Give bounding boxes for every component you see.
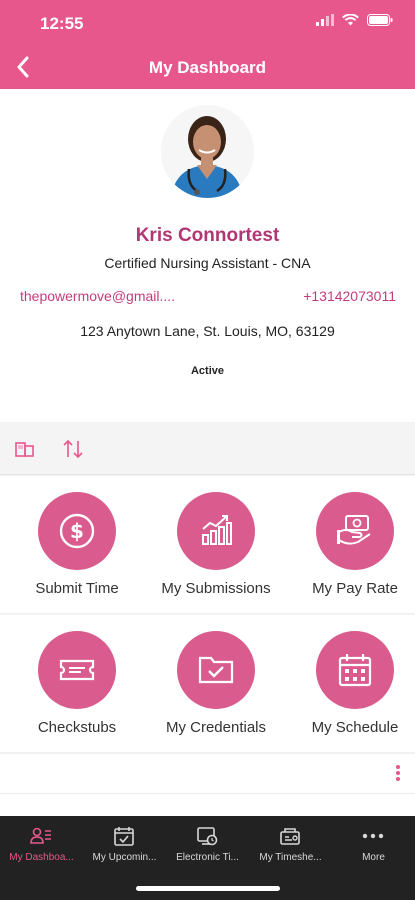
profile-card: Kris Connortest Certified Nursing Assist… [0, 89, 415, 422]
avatar [161, 105, 254, 198]
profile-address: 123 Anytown Lane, St. Louis, MO, 63129 [80, 323, 335, 339]
more-vertical-icon [396, 765, 400, 781]
more-options-button[interactable] [395, 764, 401, 787]
profile-phone-link[interactable]: +13142073011 [303, 288, 396, 304]
tab-electronic-timekeeping[interactable]: Electronic Ti... [166, 816, 249, 874]
dashboard-toolbar [0, 422, 415, 475]
tab-more[interactable]: More [332, 816, 415, 874]
feed-card [0, 754, 415, 816]
sort-button[interactable] [60, 436, 86, 462]
dashboard-icon [29, 824, 53, 848]
tile-label: Submit Time [35, 580, 119, 597]
dollar-circle-icon: $ [38, 492, 116, 570]
home-indicator [136, 886, 280, 891]
bar-chart-icon [177, 492, 255, 570]
tile-label: Checkstubs [37, 719, 117, 736]
ticket-icon [38, 631, 116, 709]
tab-my-dashboard[interactable]: My Dashboa... [0, 816, 83, 874]
my-pay-rate-tile[interactable]: My Pay Rate [285, 476, 415, 613]
tab-my-timesheets[interactable]: My Timeshe... [249, 816, 332, 874]
device-clock-icon [195, 824, 219, 848]
tab-label: Electronic Ti... [176, 852, 239, 863]
tile-label: My Pay Rate [312, 580, 398, 597]
tab-label: My Timeshe... [259, 852, 322, 863]
my-submissions-tile[interactable]: My Submissions [146, 476, 284, 613]
tile-row: Checkstubs My Credentials My Schedule [0, 615, 415, 752]
battery-icon [367, 14, 393, 26]
tab-label: More [362, 852, 385, 863]
calendar-check-icon [112, 824, 136, 848]
submit-time-tile[interactable]: $ Submit Time [7, 476, 145, 613]
my-schedule-tile[interactable]: My Schedule [285, 615, 415, 752]
my-credentials-tile[interactable]: My Credentials [146, 615, 284, 752]
tab-label: My Upcomin... [92, 852, 157, 863]
svg-text:$: $ [70, 519, 84, 543]
tab-my-upcoming[interactable]: My Upcomin... [83, 816, 166, 874]
status-icons [316, 14, 393, 26]
feed-card-header [0, 754, 415, 794]
wifi-icon [342, 14, 359, 26]
calendar-icon [316, 631, 394, 709]
pay-rate-icon [316, 492, 394, 570]
tab-label: My Dashboa... [9, 852, 74, 863]
profile-name: Kris Connortest [135, 225, 280, 246]
sort-arrows-icon [63, 439, 83, 459]
checkstubs-tile[interactable]: Checkstubs [7, 615, 145, 752]
status-time: 12:55 [40, 14, 84, 33]
more-horizontal-icon [361, 824, 385, 848]
bottom-tab-bar: My Dashboa... My Upcomin... Electronic T… [0, 816, 415, 900]
tile-label: My Credentials [165, 719, 267, 736]
tile-row: $ Submit Time My Submissions My Pay Rate [0, 476, 415, 613]
columns-icon [15, 442, 34, 457]
page-title: My Dashboard [148, 58, 267, 77]
profile-role: Certified Nursing Assistant - CNA [104, 255, 311, 271]
tile-label: My Submissions [161, 580, 271, 597]
timesheet-icon [278, 824, 302, 848]
signal-icon [316, 14, 334, 26]
layout-button[interactable] [12, 436, 38, 462]
tile-label: My Schedule [311, 719, 399, 736]
profile-email-link[interactable]: thepowermove@gmail.... [20, 288, 175, 304]
folder-check-icon [177, 631, 255, 709]
status-badge: Active [190, 365, 225, 377]
app-header: 12:55 My Dashboard [0, 0, 415, 89]
